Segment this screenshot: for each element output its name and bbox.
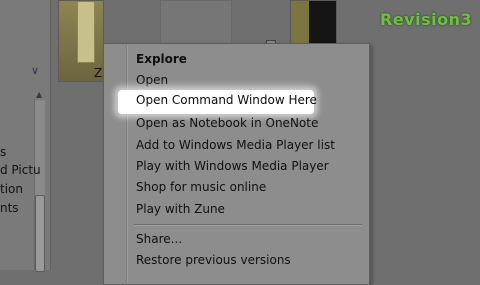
revision3-logo: Revision3 xyxy=(380,10,473,29)
menu-item-restore-versions[interactable]: Restore previous versions xyxy=(136,253,291,267)
scroll-up-arrow-icon[interactable]: ▲ xyxy=(36,90,42,99)
menu-item-play-wmp[interactable]: Play with Windows Media Player xyxy=(136,159,329,173)
folder-caption: Z xyxy=(94,66,103,80)
menu-icon-gutter xyxy=(126,46,128,282)
menu-item-open-command-window[interactable]: Open Command Window Here xyxy=(136,93,317,107)
chevron-down-icon[interactable]: ∨ xyxy=(31,64,39,77)
folder-paper-icon xyxy=(77,1,95,63)
menu-separator xyxy=(134,224,362,226)
menu-item-add-wmp-list[interactable]: Add to Windows Media Player list xyxy=(136,138,335,152)
menu-item-open-onenote[interactable]: Open as Notebook in OneNote xyxy=(136,116,318,130)
menu-item-shop-music[interactable]: Shop for music online xyxy=(136,180,266,194)
nav-item-4[interactable]: nts xyxy=(0,201,19,215)
nav-scrollbar-thumb[interactable] xyxy=(35,195,45,272)
menu-item-open[interactable]: Open xyxy=(136,73,168,87)
nav-item-3[interactable]: tion xyxy=(0,182,23,196)
menu-item-share[interactable]: Share... xyxy=(136,232,182,246)
highlighted-menu-item[interactable]: Open Command Window Here xyxy=(118,90,317,114)
menu-item-explore[interactable]: Explore xyxy=(136,52,187,66)
context-menu: Explore Open Open Command Window Here Op… xyxy=(103,43,370,285)
nav-item-1[interactable]: s xyxy=(0,145,6,159)
nav-item-pictures[interactable]: d Pictu xyxy=(0,163,41,177)
menu-item-play-zune[interactable]: Play with Zune xyxy=(136,202,225,216)
